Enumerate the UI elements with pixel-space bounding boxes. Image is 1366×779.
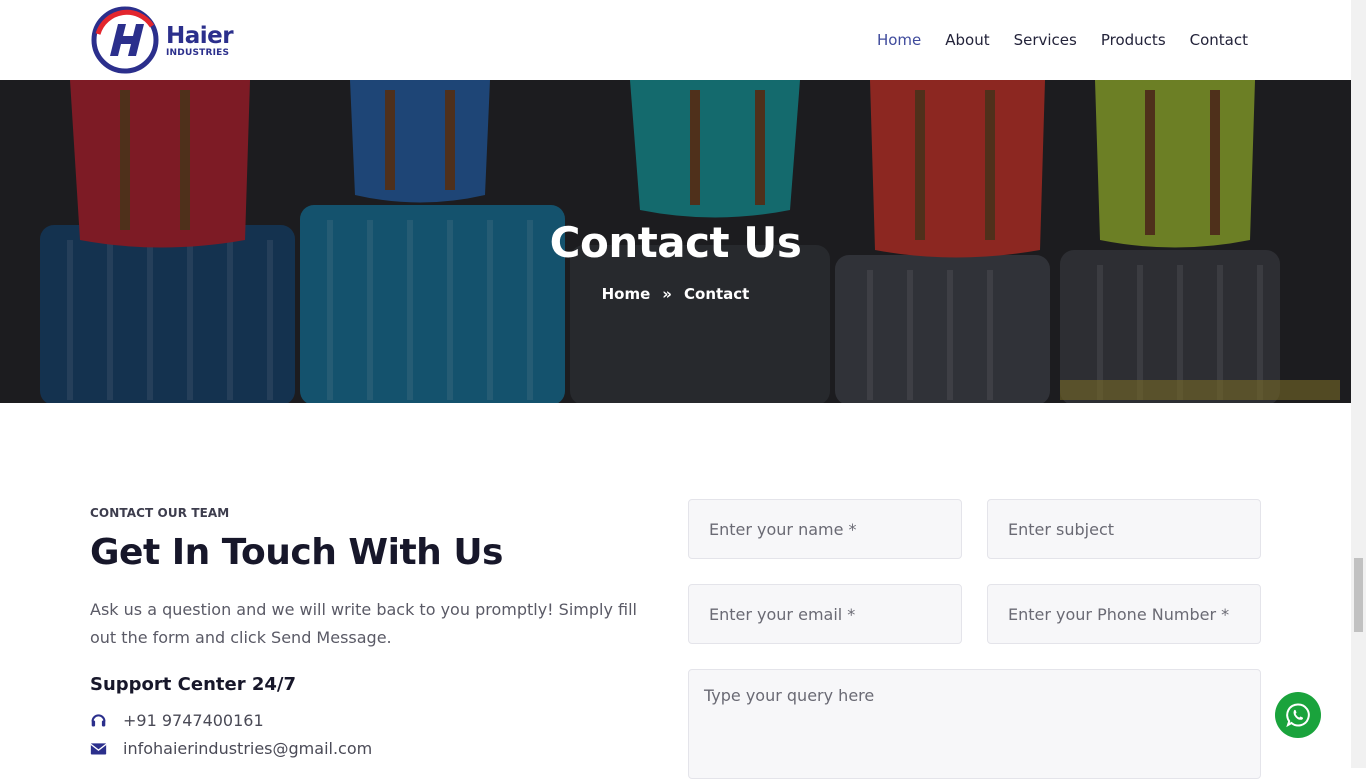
headset-icon xyxy=(91,714,106,727)
hero-banner: Contact Us Home » Contact xyxy=(0,80,1351,403)
phone-input[interactable] xyxy=(987,584,1261,644)
nav-item-about[interactable]: About xyxy=(945,30,989,50)
breadcrumb: Home » Contact xyxy=(0,285,1351,303)
nav-item-contact[interactable]: Contact xyxy=(1190,30,1248,50)
brand-logo[interactable]: Haier INDUSTRIES xyxy=(90,4,240,76)
section-description: Ask us a question and we will write back… xyxy=(90,600,637,647)
whatsapp-icon xyxy=(1286,703,1310,728)
nav-item-services[interactable]: Services xyxy=(1014,30,1077,50)
phone-line: +91 9747400161 xyxy=(90,711,264,730)
whatsapp-button[interactable] xyxy=(1275,692,1321,738)
brand-subtitle: INDUSTRIES xyxy=(166,48,230,58)
email-address[interactable]: infohaierindustries@gmail.com xyxy=(123,739,372,758)
section-eyebrow: CONTACT OUR TEAM xyxy=(90,506,230,520)
nav-item-products[interactable]: Products xyxy=(1101,30,1166,50)
section-title: Get In Touch With Us xyxy=(90,532,503,573)
page-title: Contact Us xyxy=(549,218,802,267)
page-scrollbar[interactable] xyxy=(1351,0,1366,768)
breadcrumb-separator: » xyxy=(662,285,672,303)
nav-item-home[interactable]: Home xyxy=(877,30,921,50)
email-line: infohaierindustries@gmail.com xyxy=(90,739,372,758)
phone-number[interactable]: +91 9747400161 xyxy=(123,711,264,730)
main-nav: Home About Services Products Contact xyxy=(853,30,1248,50)
subject-input[interactable] xyxy=(987,499,1261,559)
brand-name: Haier xyxy=(166,23,234,49)
query-textarea[interactable] xyxy=(688,669,1261,779)
breadcrumb-current: Contact xyxy=(684,285,750,303)
envelope-icon xyxy=(90,743,107,755)
name-input[interactable] xyxy=(688,499,962,559)
breadcrumb-home[interactable]: Home xyxy=(602,285,651,303)
site-header: Haier INDUSTRIES Home About Services Pro… xyxy=(0,0,1351,80)
support-heading: Support Center 24/7 xyxy=(90,674,296,695)
logo-mark-icon xyxy=(91,6,159,74)
scrollbar-thumb[interactable] xyxy=(1354,558,1363,632)
email-input[interactable] xyxy=(688,584,962,644)
